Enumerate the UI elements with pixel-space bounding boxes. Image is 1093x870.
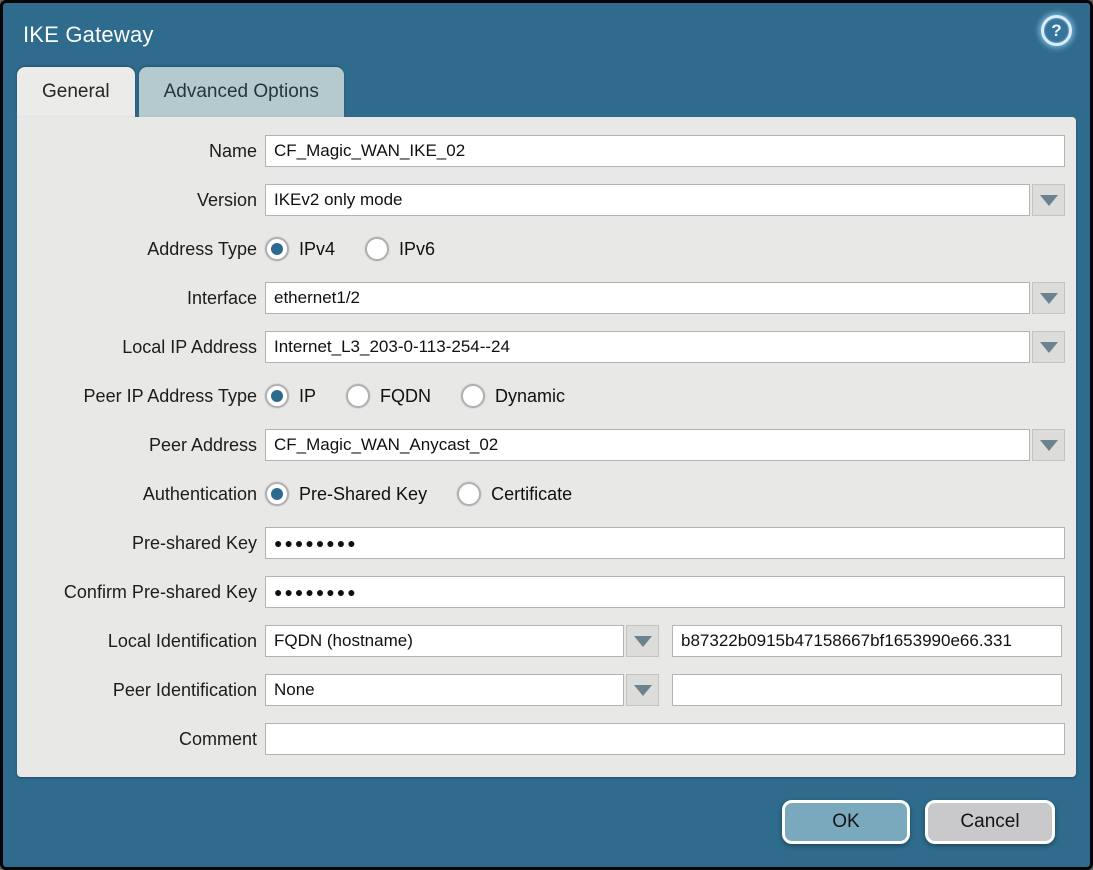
- local-ip-address-dropdown-button[interactable]: [1032, 331, 1065, 363]
- local-ip-address-label: Local IP Address: [17, 337, 257, 358]
- authentication-radio-group: Pre-Shared Key Certificate: [265, 482, 602, 506]
- ok-button[interactable]: OK: [782, 800, 910, 844]
- address-type-ipv4-label[interactable]: IPv4: [299, 239, 335, 260]
- peer-identification-value-input[interactable]: [672, 674, 1062, 706]
- confirm-pre-shared-key-input[interactable]: [265, 576, 1065, 608]
- pre-shared-key-row: Pre-shared Key: [17, 527, 1076, 559]
- authentication-certificate-label[interactable]: Certificate: [491, 484, 572, 505]
- cancel-button[interactable]: Cancel: [925, 800, 1055, 844]
- confirm-pre-shared-key-label: Confirm Pre-shared Key: [17, 582, 257, 603]
- peer-ip-address-type-label: Peer IP Address Type: [17, 386, 257, 407]
- name-label: Name: [17, 141, 257, 162]
- title-bar: IKE Gateway ?: [3, 3, 1090, 67]
- comment-row: Comment: [17, 723, 1076, 755]
- peer-ip-type-ip-label[interactable]: IP: [299, 386, 316, 407]
- peer-ip-type-fqdn-radio[interactable]: [346, 384, 370, 408]
- peer-ip-type-dynamic-radio[interactable]: [461, 384, 485, 408]
- chevron-down-icon: [1040, 440, 1058, 451]
- authentication-psk-radio[interactable]: [265, 482, 289, 506]
- peer-address-dropdown-button[interactable]: [1032, 429, 1065, 461]
- dialog-footer: OK Cancel: [3, 777, 1090, 867]
- help-glyph: ?: [1051, 21, 1061, 41]
- pre-shared-key-input[interactable]: [265, 527, 1065, 559]
- chevron-down-icon: [634, 636, 652, 647]
- peer-identification-dropdown-button[interactable]: [626, 674, 659, 706]
- confirm-pre-shared-key-row: Confirm Pre-shared Key: [17, 576, 1076, 608]
- name-row: Name: [17, 135, 1076, 167]
- name-input[interactable]: [265, 135, 1065, 167]
- version-label: Version: [17, 190, 257, 211]
- local-identification-label: Local Identification: [17, 631, 257, 652]
- comment-input[interactable]: [265, 723, 1065, 755]
- tab-bar: General Advanced Options: [3, 67, 1090, 117]
- interface-input[interactable]: [265, 282, 1030, 314]
- version-dropdown-button[interactable]: [1032, 184, 1065, 216]
- chevron-down-icon: [634, 685, 652, 696]
- address-type-row: Address Type IPv4 IPv6: [17, 233, 1076, 265]
- local-identification-dropdown-button[interactable]: [626, 625, 659, 657]
- peer-address-label: Peer Address: [17, 435, 257, 456]
- peer-identification-row: Peer Identification: [17, 674, 1076, 706]
- chevron-down-icon: [1040, 195, 1058, 206]
- peer-ip-address-type-row: Peer IP Address Type IP FQDN Dynamic: [17, 380, 1076, 412]
- interface-label: Interface: [17, 288, 257, 309]
- version-input[interactable]: [265, 184, 1030, 216]
- chevron-down-icon: [1040, 293, 1058, 304]
- peer-identification-type-input[interactable]: [265, 674, 624, 706]
- peer-address-row: Peer Address: [17, 429, 1076, 461]
- authentication-row: Authentication Pre-Shared Key Certificat…: [17, 478, 1076, 510]
- authentication-certificate-radio[interactable]: [457, 482, 481, 506]
- interface-dropdown-button[interactable]: [1032, 282, 1065, 314]
- comment-label: Comment: [17, 729, 257, 750]
- local-ip-address-row: Local IP Address: [17, 331, 1076, 363]
- address-type-ipv4-radio[interactable]: [265, 237, 289, 261]
- peer-ip-type-fqdn-label[interactable]: FQDN: [380, 386, 431, 407]
- peer-address-input[interactable]: [265, 429, 1030, 461]
- tab-advanced-options[interactable]: Advanced Options: [139, 67, 344, 117]
- local-identification-type-input[interactable]: [265, 625, 624, 657]
- peer-ip-type-ip-radio[interactable]: [265, 384, 289, 408]
- peer-ip-type-dynamic-label[interactable]: Dynamic: [495, 386, 565, 407]
- dialog-title: IKE Gateway: [23, 22, 154, 48]
- interface-row: Interface: [17, 282, 1076, 314]
- version-row: Version: [17, 184, 1076, 216]
- ike-gateway-dialog: IKE Gateway ? General Advanced Options N…: [0, 0, 1093, 870]
- authentication-label: Authentication: [17, 484, 257, 505]
- peer-ip-address-type-radio-group: IP FQDN Dynamic: [265, 384, 595, 408]
- address-type-ipv6-radio[interactable]: [365, 237, 389, 261]
- address-type-label: Address Type: [17, 239, 257, 260]
- chevron-down-icon: [1040, 342, 1058, 353]
- peer-identification-label: Peer Identification: [17, 680, 257, 701]
- authentication-psk-label[interactable]: Pre-Shared Key: [299, 484, 427, 505]
- pre-shared-key-label: Pre-shared Key: [17, 533, 257, 554]
- tab-general[interactable]: General: [17, 67, 135, 117]
- general-tab-panel: Name Version Address Type IPv4 IPv6 Inte…: [17, 117, 1076, 777]
- help-icon[interactable]: ?: [1041, 15, 1072, 46]
- local-identification-value-input[interactable]: [672, 625, 1062, 657]
- local-ip-address-input[interactable]: [265, 331, 1030, 363]
- address-type-radio-group: IPv4 IPv6: [265, 237, 465, 261]
- address-type-ipv6-label[interactable]: IPv6: [399, 239, 435, 260]
- local-identification-row: Local Identification: [17, 625, 1076, 657]
